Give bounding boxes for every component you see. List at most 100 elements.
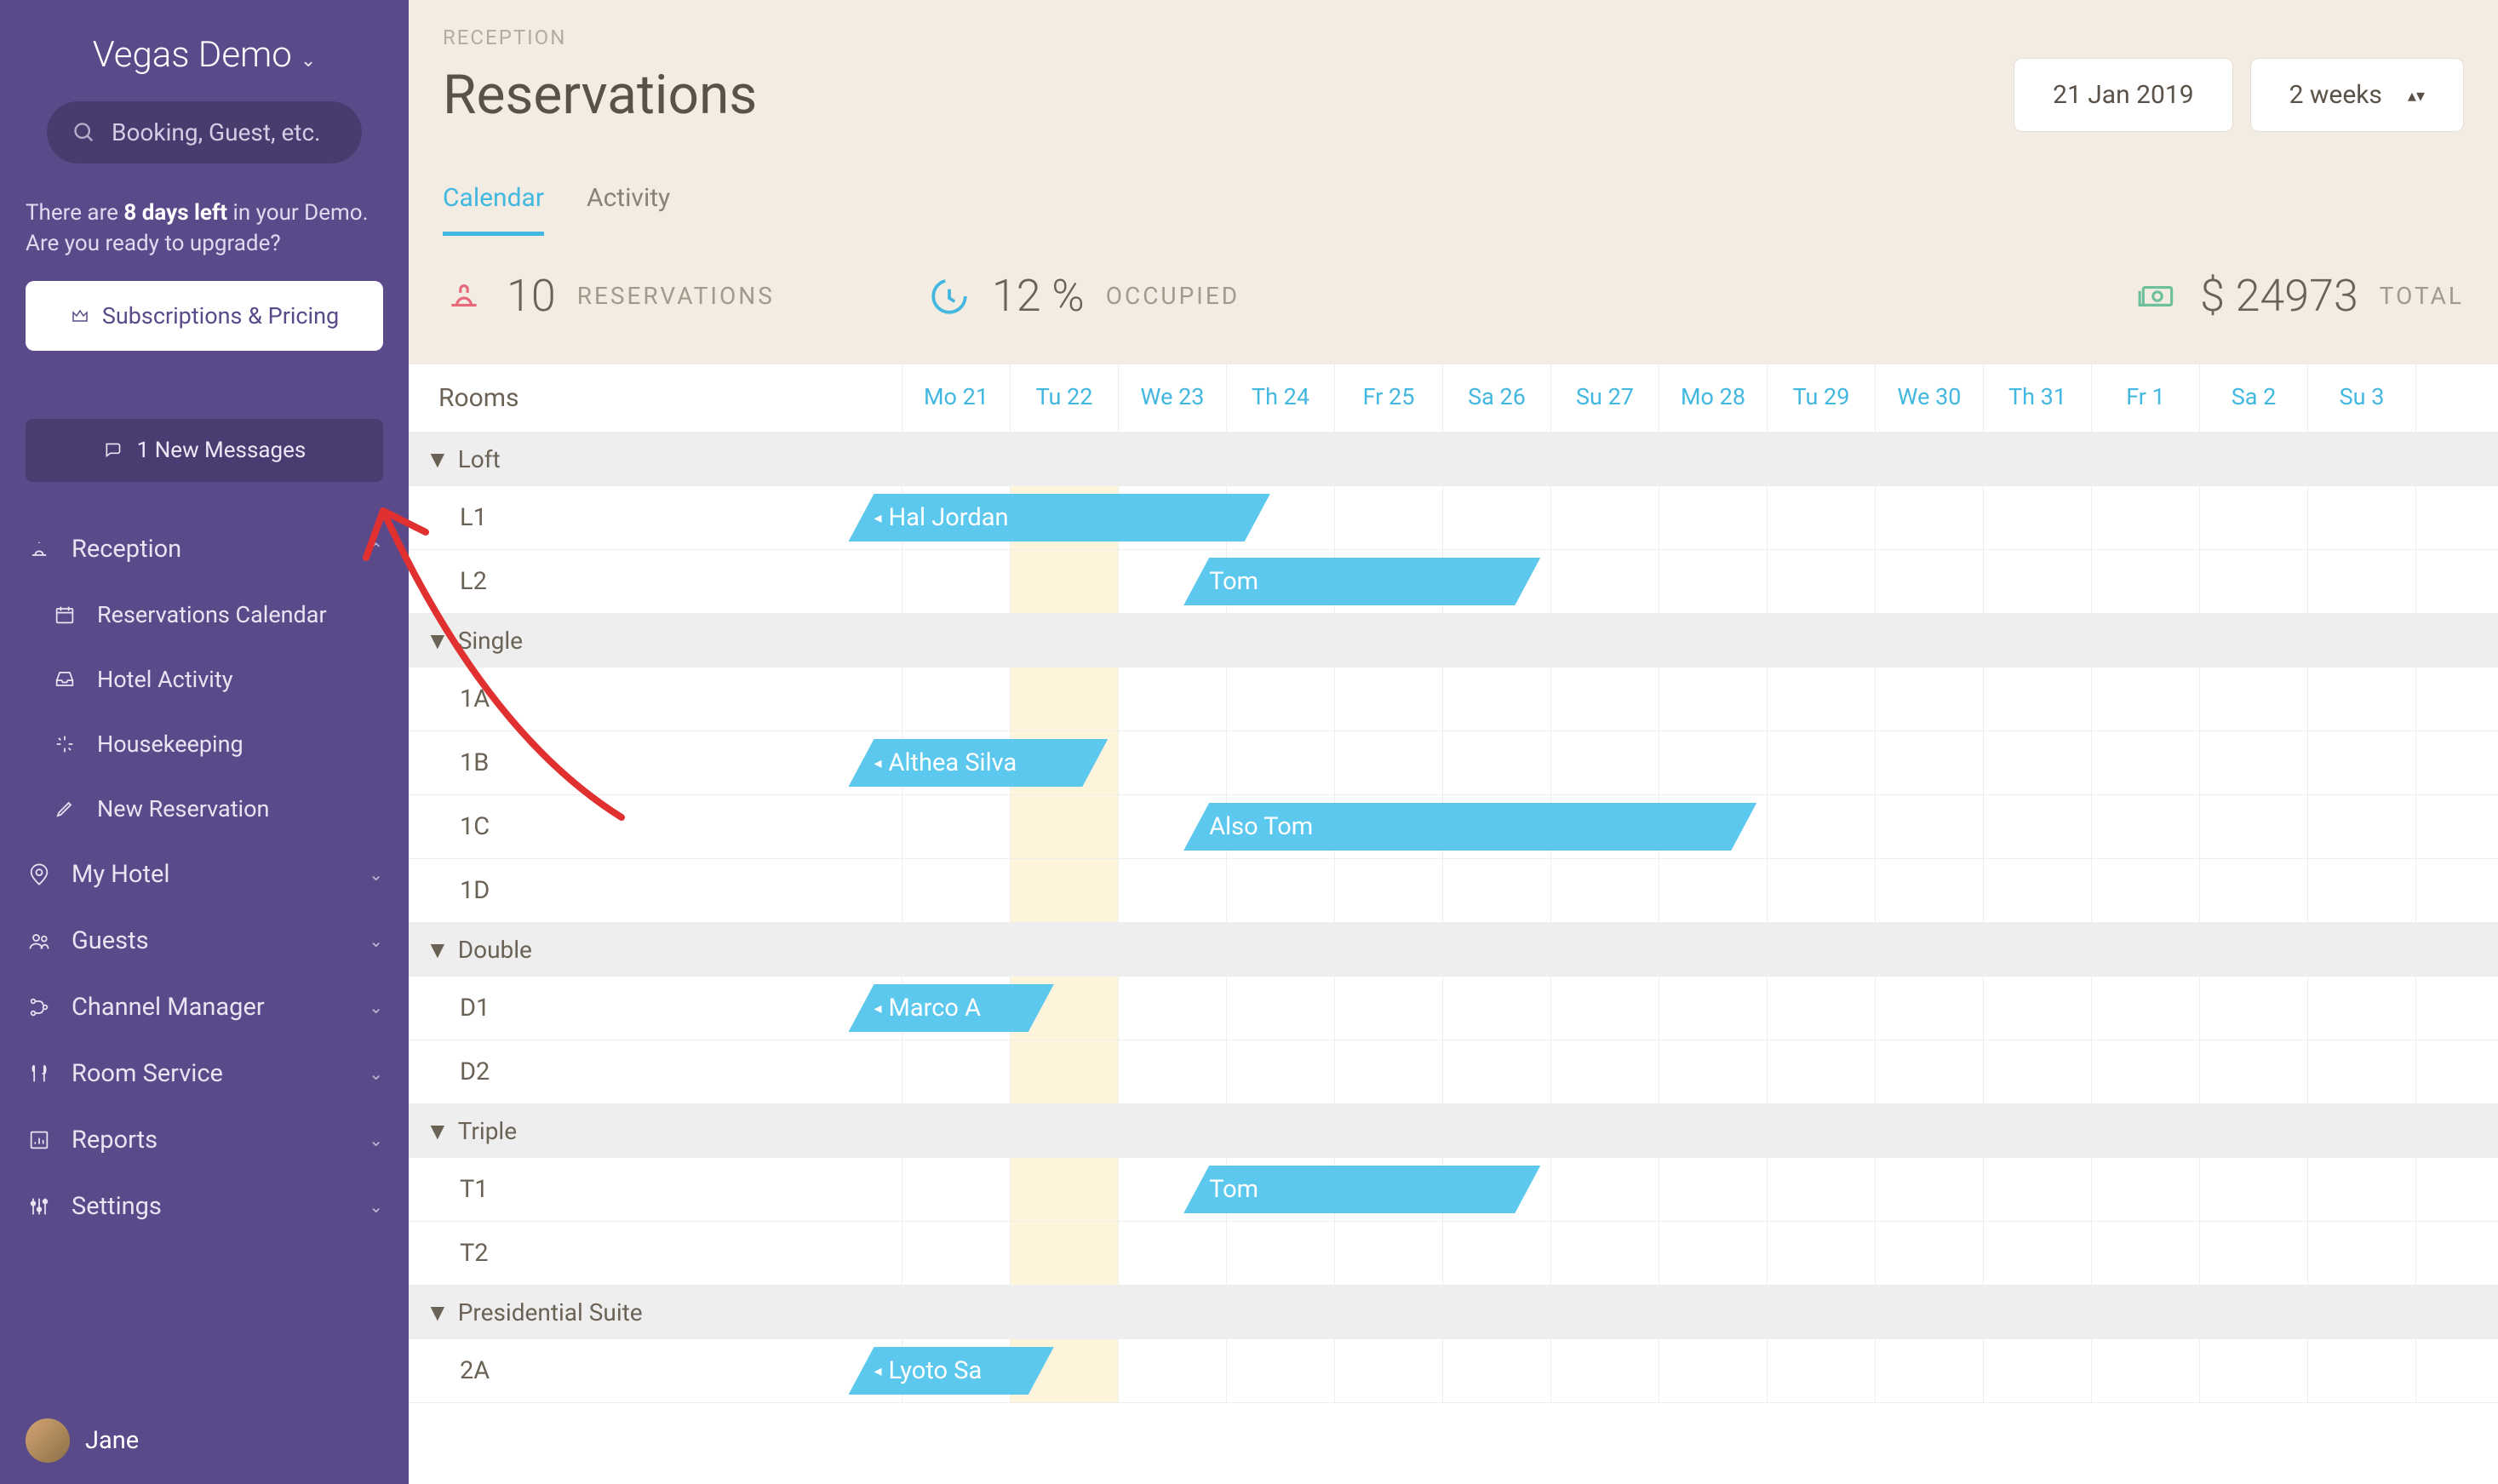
calendar-cell[interactable] (1876, 1158, 1984, 1221)
calendar-cell[interactable] (2200, 795, 2308, 858)
day-column-header[interactable]: Su 3 (2308, 364, 2416, 432)
calendar-cell[interactable] (1984, 1339, 2092, 1402)
calendar-cell[interactable] (1011, 668, 1119, 731)
calendar-cell[interactable] (1119, 977, 1227, 1040)
calendar-cell[interactable] (1443, 668, 1551, 731)
calendar-cell[interactable] (2308, 1222, 2416, 1285)
sidebar-item-new-reservation[interactable]: New Reservation (0, 776, 409, 841)
calendar-cell[interactable] (2092, 1040, 2200, 1103)
room-label[interactable]: 1B (409, 731, 902, 794)
calendar-cell[interactable] (1984, 1158, 2092, 1221)
sidebar-item-reception[interactable]: Reception⌃ (0, 516, 409, 582)
sidebar-item-room-service[interactable]: Room Service⌄ (0, 1040, 409, 1107)
room-label[interactable]: L1 (409, 486, 902, 549)
calendar-cell[interactable] (902, 1158, 1011, 1221)
sidebar-item-reports[interactable]: Reports⌄ (0, 1107, 409, 1173)
calendar-cell[interactable] (902, 859, 1011, 922)
calendar-cell[interactable] (1876, 668, 1984, 731)
calendar-cell[interactable] (1876, 977, 1984, 1040)
calendar-cell[interactable] (1551, 1222, 1659, 1285)
calendar-cell[interactable] (1984, 795, 2092, 858)
calendar-cell[interactable] (1876, 1222, 1984, 1285)
calendar-cell[interactable] (1659, 1222, 1768, 1285)
room-section-header[interactable]: ▼ Loft (409, 433, 2498, 486)
day-column-header[interactable]: Su 27 (1551, 364, 1659, 432)
calendar-cell[interactable] (2308, 795, 2416, 858)
room-label[interactable]: 1D (409, 859, 902, 922)
day-column-header[interactable]: Tu 22 (1011, 364, 1119, 432)
room-section-header[interactable]: ▼ Single (409, 614, 2498, 668)
day-column-header[interactable]: Tu 29 (1768, 364, 1876, 432)
date-picker[interactable]: 21 Jan 2019 (2014, 58, 2232, 132)
range-picker[interactable]: 2 weeks▴▾ (2250, 58, 2464, 132)
calendar-cell[interactable] (2092, 550, 2200, 613)
calendar-cell[interactable] (2308, 668, 2416, 731)
calendar-cell[interactable] (2200, 486, 2308, 549)
day-column-header[interactable]: Th 24 (1227, 364, 1335, 432)
calendar-cell[interactable] (1659, 668, 1768, 731)
calendar-cell[interactable] (1551, 859, 1659, 922)
room-section-header[interactable]: ▼ Presidential Suite (409, 1286, 2498, 1339)
calendar-cell[interactable] (1984, 859, 2092, 922)
calendar-cell[interactable] (1984, 977, 2092, 1040)
calendar-cell[interactable] (902, 668, 1011, 731)
calendar-cell[interactable] (902, 1040, 1011, 1103)
calendar-cell[interactable] (2200, 550, 2308, 613)
calendar-cell[interactable] (2092, 795, 2200, 858)
calendar-cell[interactable] (1876, 795, 1984, 858)
calendar-cell[interactable] (1443, 1339, 1551, 1402)
calendar-cell[interactable] (1011, 1222, 1119, 1285)
room-label[interactable]: L2 (409, 550, 902, 613)
room-label[interactable]: 1C (409, 795, 902, 858)
calendar-cell[interactable] (2092, 731, 2200, 794)
calendar-cell[interactable] (1227, 1222, 1335, 1285)
day-column-header[interactable]: We 23 (1119, 364, 1227, 432)
calendar-cell[interactable] (1443, 1222, 1551, 1285)
calendar-cell[interactable] (1659, 731, 1768, 794)
calendar-cell[interactable] (2200, 859, 2308, 922)
day-column-header[interactable]: Fr 25 (1335, 364, 1443, 432)
calendar-cell[interactable] (1227, 977, 1335, 1040)
booking-bar[interactable]: ◂Lyoto Sa (849, 1347, 1054, 1395)
room-label[interactable]: T2 (409, 1222, 902, 1285)
day-column-header[interactable]: Mo 28 (1659, 364, 1768, 432)
calendar-cell[interactable] (1443, 731, 1551, 794)
calendar-cell[interactable] (1551, 977, 1659, 1040)
room-label[interactable]: 1A (409, 668, 902, 731)
calendar-cell[interactable] (1659, 550, 1768, 613)
calendar-cell[interactable] (1119, 1222, 1227, 1285)
booking-bar[interactable]: Tom (1183, 558, 1540, 605)
calendar-grid[interactable]: Rooms Mo 21Tu 22We 23Th 24Fr 25Sa 26Su 2… (409, 364, 2498, 1484)
calendar-cell[interactable] (1768, 668, 1876, 731)
calendar-cell[interactable] (1659, 1339, 1768, 1402)
calendar-cell[interactable] (1876, 731, 1984, 794)
calendar-cell[interactable] (2092, 1222, 2200, 1285)
sidebar-item-reservations-calendar[interactable]: Reservations Calendar (0, 582, 409, 647)
calendar-cell[interactable] (902, 795, 1011, 858)
calendar-cell[interactable] (2308, 977, 2416, 1040)
search-input[interactable]: Booking, Guest, etc. (47, 101, 362, 163)
calendar-cell[interactable] (902, 1222, 1011, 1285)
calendar-cell[interactable] (1768, 1339, 1876, 1402)
calendar-cell[interactable] (1119, 1040, 1227, 1103)
room-label[interactable]: 2A (409, 1339, 902, 1402)
calendar-cell[interactable] (1768, 1040, 1876, 1103)
calendar-cell[interactable] (2092, 1158, 2200, 1221)
booking-bar[interactable]: Also Tom (1183, 803, 1756, 851)
calendar-cell[interactable] (2200, 977, 2308, 1040)
calendar-cell[interactable] (2308, 859, 2416, 922)
room-section-header[interactable]: ▼ Triple (409, 1104, 2498, 1158)
room-section-header[interactable]: ▼ Double (409, 923, 2498, 977)
calendar-cell[interactable] (1443, 1040, 1551, 1103)
sidebar-item-guests[interactable]: Guests⌄ (0, 908, 409, 974)
calendar-cell[interactable] (2200, 668, 2308, 731)
day-column-header[interactable]: Sa 2 (2200, 364, 2308, 432)
calendar-cell[interactable] (1876, 1339, 1984, 1402)
calendar-cell[interactable] (1335, 1040, 1443, 1103)
calendar-cell[interactable] (1768, 859, 1876, 922)
calendar-cell[interactable] (1984, 731, 2092, 794)
calendar-cell[interactable] (2200, 1040, 2308, 1103)
calendar-cell[interactable] (1227, 1040, 1335, 1103)
calendar-cell[interactable] (2200, 1222, 2308, 1285)
calendar-cell[interactable] (2308, 1040, 2416, 1103)
